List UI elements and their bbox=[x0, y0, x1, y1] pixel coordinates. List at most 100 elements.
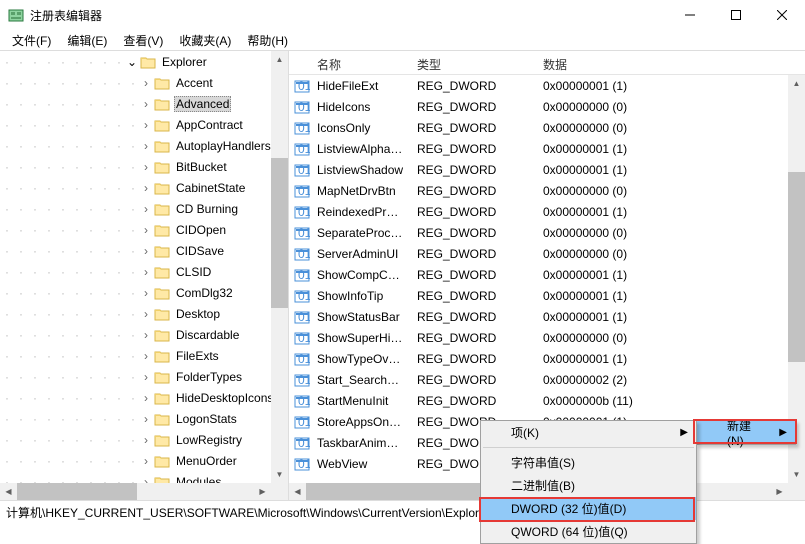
reg-dword-icon: 011 bbox=[289, 394, 311, 408]
chevron-right-icon[interactable]: › bbox=[140, 370, 152, 384]
tree-item[interactable]: ··········›LowRegistry bbox=[0, 429, 288, 450]
chevron-right-icon[interactable]: › bbox=[140, 223, 152, 237]
chevron-right-icon[interactable]: › bbox=[140, 286, 152, 300]
scroll-right-icon[interactable]: ▶ bbox=[254, 483, 271, 500]
svg-text:011: 011 bbox=[298, 457, 310, 471]
value-row[interactable]: 011ShowCompCol...REG_DWORD0x00000001 (1) bbox=[289, 264, 805, 285]
scroll-down-icon[interactable]: ▼ bbox=[271, 466, 288, 483]
tree-item[interactable]: ··········›Discardable bbox=[0, 324, 288, 345]
tree-item[interactable]: ··········›CLSID bbox=[0, 261, 288, 282]
chevron-right-icon[interactable]: › bbox=[140, 202, 152, 216]
menu-help[interactable]: 帮助(H) bbox=[239, 30, 296, 51]
chevron-right-icon[interactable]: › bbox=[140, 391, 152, 405]
context-item[interactable]: QWORD (64 位)值(Q) bbox=[481, 520, 696, 543]
tree-item[interactable]: ··········›Advanced bbox=[0, 93, 288, 114]
value-row[interactable]: 011SeparateProce...REG_DWORD0x00000000 (… bbox=[289, 222, 805, 243]
tree-item[interactable]: ··········›LogonStats bbox=[0, 408, 288, 429]
scroll-down-icon[interactable]: ▼ bbox=[788, 466, 805, 483]
folder-icon bbox=[154, 244, 170, 258]
close-button[interactable] bbox=[759, 0, 805, 30]
context-item[interactable]: 二进制值(B) bbox=[481, 474, 696, 497]
menu-favorites[interactable]: 收藏夹(A) bbox=[171, 30, 239, 51]
scroll-right-icon[interactable]: ▶ bbox=[771, 483, 788, 500]
value-row[interactable]: 011ListviewShadowREG_DWORD0x00000001 (1) bbox=[289, 159, 805, 180]
chevron-right-icon[interactable]: › bbox=[140, 76, 152, 90]
tree-item[interactable]: ··········›BitBucket bbox=[0, 156, 288, 177]
menu-file[interactable]: 文件(F) bbox=[4, 30, 59, 51]
column-name[interactable]: 名称 bbox=[289, 54, 411, 75]
tree-item[interactable]: ··········›CIDSave bbox=[0, 240, 288, 261]
column-type[interactable]: 类型 bbox=[411, 54, 537, 75]
value-name: WebView bbox=[311, 457, 411, 471]
value-name: StoreAppsOnT... bbox=[311, 415, 411, 429]
scroll-left-icon[interactable]: ◀ bbox=[289, 483, 306, 500]
minimize-button[interactable] bbox=[667, 0, 713, 30]
value-row[interactable]: 011StartMenuInitREG_DWORD0x0000000b (11) bbox=[289, 390, 805, 411]
value-row[interactable]: 011ShowInfoTipREG_DWORD0x00000001 (1) bbox=[289, 285, 805, 306]
value-row[interactable]: 011HideIconsREG_DWORD0x00000000 (0) bbox=[289, 96, 805, 117]
tree-item[interactable]: ··········›MenuOrder bbox=[0, 450, 288, 471]
chevron-right-icon[interactable]: › bbox=[140, 454, 152, 468]
svg-text:011: 011 bbox=[298, 331, 310, 345]
scroll-up-icon[interactable]: ▲ bbox=[788, 75, 805, 92]
key-tree[interactable]: ·········⌄Explorer··········›Accent·····… bbox=[0, 51, 288, 500]
svg-text:011: 011 bbox=[298, 247, 310, 261]
value-row[interactable]: 011Start_SearchFilesREG_DWORD0x00000002 … bbox=[289, 369, 805, 390]
tree-item[interactable]: ··········›CD Burning bbox=[0, 198, 288, 219]
tree-item[interactable]: ··········›FileExts bbox=[0, 345, 288, 366]
context-item[interactable]: 字符串值(S) bbox=[481, 451, 696, 474]
scroll-thumb[interactable] bbox=[271, 158, 288, 308]
svg-text:011: 011 bbox=[298, 100, 310, 114]
chevron-right-icon[interactable]: › bbox=[140, 307, 152, 321]
value-row[interactable]: 011IconsOnlyREG_DWORD0x00000000 (0) bbox=[289, 117, 805, 138]
reg-dword-icon: 011 bbox=[289, 142, 311, 156]
chevron-right-icon[interactable]: › bbox=[140, 139, 152, 153]
chevron-right-icon[interactable]: › bbox=[140, 118, 152, 132]
tree-scroll-horizontal[interactable]: ◀ ▶ bbox=[0, 483, 271, 500]
tree-item[interactable]: ··········›FolderTypes bbox=[0, 366, 288, 387]
regedit-icon bbox=[8, 7, 24, 23]
chevron-right-icon[interactable]: › bbox=[140, 328, 152, 342]
value-row[interactable]: 011ShowSuperHid...REG_DWORD0x00000000 (0… bbox=[289, 327, 805, 348]
value-row[interactable]: 011ReindexedProf...REG_DWORD0x00000001 (… bbox=[289, 201, 805, 222]
value-row[interactable]: 011ShowTypeOver...REG_DWORD0x00000001 (1… bbox=[289, 348, 805, 369]
tree-item[interactable]: ··········›CabinetState bbox=[0, 177, 288, 198]
value-row[interactable]: 011HideFileExtREG_DWORD0x00000001 (1) bbox=[289, 75, 805, 96]
value-row[interactable]: 011ListviewAlphaS...REG_DWORD0x00000001 … bbox=[289, 138, 805, 159]
scroll-left-icon[interactable]: ◀ bbox=[0, 483, 17, 500]
context-item[interactable]: 项(K)▶ bbox=[481, 421, 696, 444]
folder-icon bbox=[154, 433, 170, 447]
tree-item[interactable]: ·········⌄Explorer bbox=[0, 51, 288, 72]
scroll-up-icon[interactable]: ▲ bbox=[271, 51, 288, 68]
tree-item[interactable]: ··········›CIDOpen bbox=[0, 219, 288, 240]
column-data[interactable]: 数据 bbox=[537, 54, 805, 75]
tree-item[interactable]: ··········›Desktop bbox=[0, 303, 288, 324]
tree-item[interactable]: ··········›AppContract bbox=[0, 114, 288, 135]
context-submenu-new: 项(K)▶ 字符串值(S)二进制值(B)DWORD (32 位)值(D)QWORD… bbox=[480, 420, 697, 544]
chevron-right-icon[interactable]: › bbox=[140, 97, 152, 111]
chevron-right-icon[interactable]: › bbox=[140, 181, 152, 195]
tree-item[interactable]: ··········›Accent bbox=[0, 72, 288, 93]
tree-item[interactable]: ··········›HideDesktopIcons bbox=[0, 387, 288, 408]
menu-view[interactable]: 查看(V) bbox=[115, 30, 171, 51]
chevron-right-icon[interactable]: › bbox=[140, 244, 152, 258]
chevron-right-icon[interactable]: › bbox=[140, 265, 152, 279]
context-item-new[interactable]: 新建(N) ▶ bbox=[697, 421, 795, 444]
chevron-right-icon[interactable]: › bbox=[140, 349, 152, 363]
chevron-right-icon[interactable]: › bbox=[140, 412, 152, 426]
tree-item[interactable]: ··········›AutoplayHandlers bbox=[0, 135, 288, 156]
menu-edit[interactable]: 编辑(E) bbox=[59, 30, 115, 51]
value-row[interactable]: 011ServerAdminUIREG_DWORD0x00000000 (0) bbox=[289, 243, 805, 264]
chevron-right-icon[interactable]: › bbox=[140, 433, 152, 447]
scroll-thumb[interactable] bbox=[17, 483, 137, 500]
tree-scroll-vertical[interactable]: ▲ ▼ bbox=[271, 51, 288, 483]
tree-item[interactable]: ··········›ComDlg32 bbox=[0, 282, 288, 303]
chevron-down-icon[interactable]: ⌄ bbox=[126, 55, 138, 69]
scroll-thumb[interactable] bbox=[788, 172, 805, 362]
maximize-button[interactable] bbox=[713, 0, 759, 30]
tree-item-label: LogonStats bbox=[174, 411, 239, 427]
chevron-right-icon[interactable]: › bbox=[140, 160, 152, 174]
value-row[interactable]: 011ShowStatusBarREG_DWORD0x00000001 (1) bbox=[289, 306, 805, 327]
value-row[interactable]: 011MapNetDrvBtnREG_DWORD0x00000000 (0) bbox=[289, 180, 805, 201]
context-item[interactable]: DWORD (32 位)值(D) bbox=[481, 497, 696, 520]
